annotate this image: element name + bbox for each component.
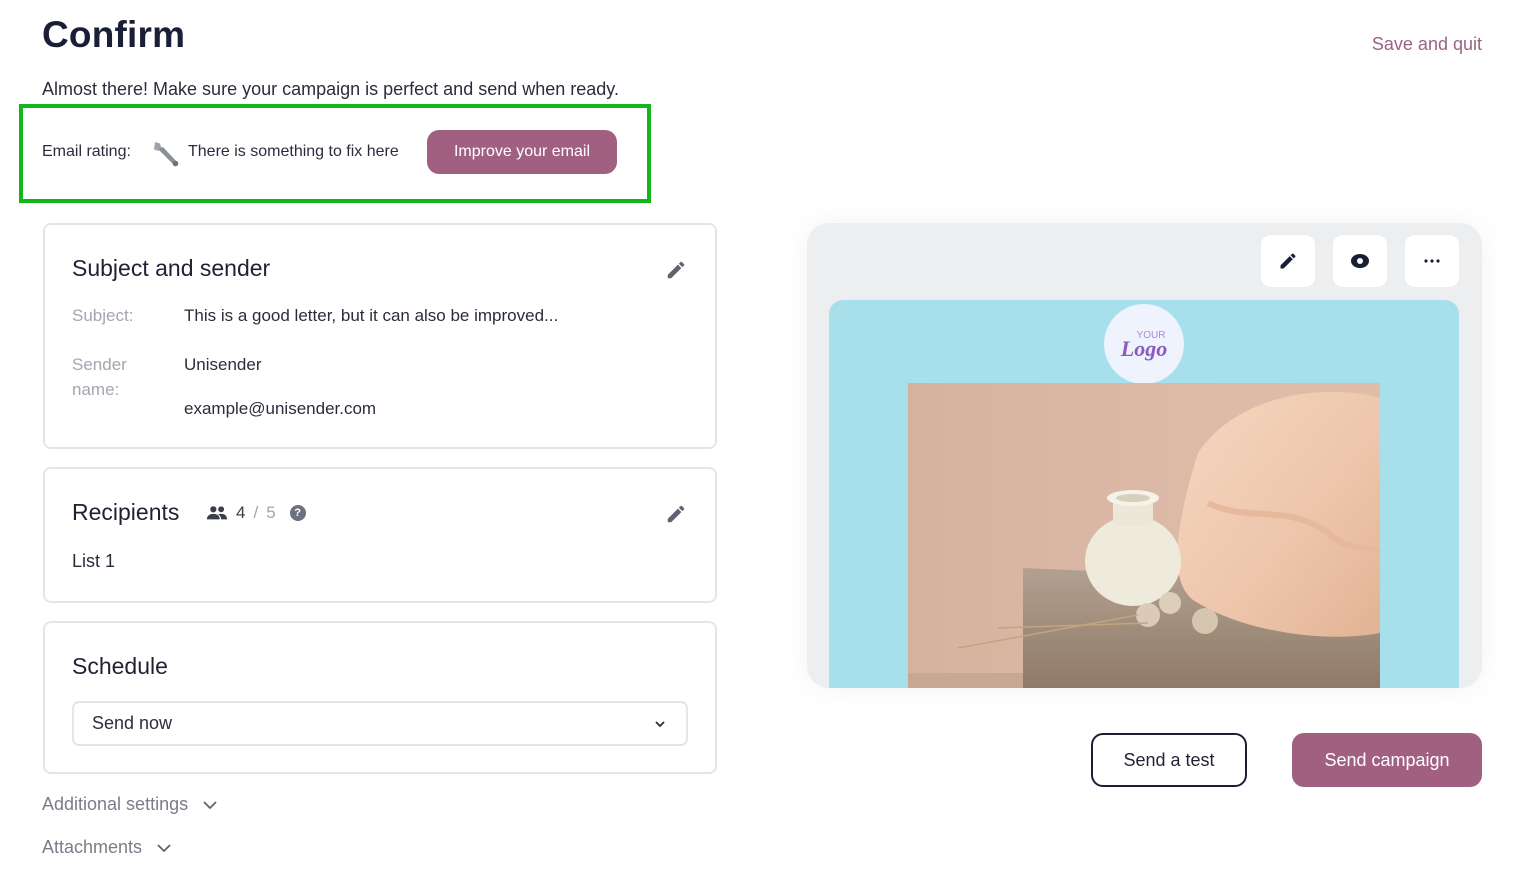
schedule-selected-value: Send now: [92, 713, 173, 733]
more-icon: [1424, 259, 1440, 263]
edit-icon[interactable]: [665, 503, 687, 525]
sender-label: Sender name:: [72, 355, 127, 399]
recipients-list-name: List 1: [72, 551, 116, 571]
chevron-down-icon: [157, 843, 171, 852]
edit-icon[interactable]: [665, 259, 687, 281]
recipients-total: 5: [266, 503, 276, 522]
email-canvas: YOUR Logo: [829, 300, 1459, 688]
email-rating-status: There is something to fix here: [188, 143, 399, 160]
hero-photo: [908, 383, 1380, 688]
schedule-select[interactable]: Send now: [72, 701, 688, 746]
email-rating-label: Email rating:: [42, 143, 131, 160]
preview-edit-button[interactable]: [1261, 235, 1315, 287]
logo-big-text: Logo: [1120, 336, 1167, 361]
subject-sender-card: Subject and sender Subject: This is a go…: [43, 223, 717, 449]
additional-settings-label: Additional settings: [42, 794, 189, 814]
subject-value: This is a good letter, but it can also b…: [184, 306, 559, 325]
recipients-separator: /: [253, 503, 259, 522]
edit-icon: [1280, 253, 1296, 269]
send-campaign-button[interactable]: Send campaign: [1292, 733, 1482, 787]
attachments-label: Attachments: [42, 837, 143, 857]
page-title: Confirm: [42, 14, 186, 55]
subject-sender-title: Subject and sender: [72, 255, 271, 281]
chevron-down-icon: [655, 720, 665, 727]
email-preview: YOUR Logo: [807, 223, 1482, 688]
hero-image: [908, 383, 1380, 688]
send-test-button[interactable]: Send a test: [1091, 733, 1247, 787]
preview-view-button[interactable]: [1333, 235, 1387, 287]
recipients-selected-count: 4: [236, 503, 246, 522]
attachments-toggle[interactable]: Attachments: [42, 837, 172, 858]
logo-placeholder: YOUR Logo: [1104, 304, 1184, 384]
subject-label: Subject:: [72, 306, 134, 325]
preview-more-button[interactable]: [1405, 235, 1459, 287]
wrench-icon: [154, 142, 179, 167]
eye-icon: [1351, 254, 1369, 268]
people-icon: [206, 506, 228, 520]
chevron-down-icon: [203, 800, 217, 809]
schedule-title: Schedule: [72, 653, 168, 679]
schedule-card: Schedule Send now: [43, 621, 717, 774]
recipients-card: Recipients 4 / 5 ? List 1: [43, 467, 717, 603]
sender-email-value: example@unisender.com: [184, 399, 377, 418]
page-subtitle: Almost there! Make sure your campaign is…: [42, 79, 619, 99]
help-icon[interactable]: ?: [289, 505, 306, 521]
recipients-title: Recipients: [72, 499, 180, 525]
sender-name-value: Unisender: [184, 355, 262, 374]
additional-settings-toggle[interactable]: Additional settings: [42, 794, 218, 815]
save-and-quit-link[interactable]: Save and quit: [1372, 34, 1482, 55]
improve-email-button[interactable]: Improve your email: [427, 130, 617, 174]
logo-image: YOUR Logo: [1120, 330, 1167, 361]
email-rating-panel: Email rating: There is something to fix …: [19, 104, 651, 203]
recipients-count: 4 / 5 ?: [206, 503, 306, 523]
